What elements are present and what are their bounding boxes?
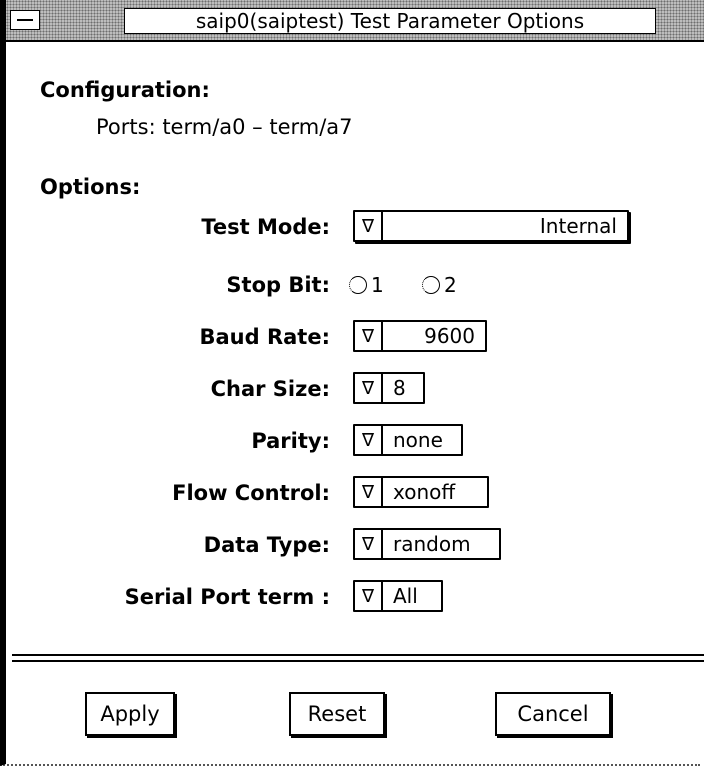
ports-text: Ports: term/a0 – term/a7 bbox=[96, 115, 353, 139]
parity-label: Parity: bbox=[251, 429, 330, 453]
dropdown-arrow-icon: ∇ bbox=[355, 478, 383, 506]
char-size-select[interactable]: ∇ 8 bbox=[353, 372, 425, 404]
dialog-window: saip0(saiptest) Test Parameter Options C… bbox=[0, 0, 704, 766]
configuration-heading: Configuration: bbox=[40, 78, 210, 102]
baud-rate-select[interactable]: ∇ 9600 bbox=[353, 320, 487, 352]
flow-control-select[interactable]: ∇ xonoff bbox=[353, 476, 489, 508]
dropdown-arrow-icon: ∇ bbox=[355, 322, 383, 350]
parity-select[interactable]: ∇ none bbox=[353, 424, 463, 456]
stop-bit-option-1: 1 bbox=[371, 273, 384, 297]
test-mode-select[interactable]: ∇ Internal bbox=[353, 210, 629, 242]
dropdown-arrow-icon: ∇ bbox=[355, 582, 383, 610]
char-size-label: Char Size: bbox=[210, 377, 330, 401]
dropdown-arrow-icon: ∇ bbox=[355, 426, 383, 454]
stop-bit-option-2: 2 bbox=[444, 273, 457, 297]
serial-port-value: All bbox=[393, 584, 418, 608]
baud-rate-value: 9600 bbox=[424, 324, 475, 348]
window-menu-icon[interactable] bbox=[10, 10, 40, 30]
cancel-button[interactable]: Cancel bbox=[495, 692, 611, 736]
data-type-select[interactable]: ∇ random bbox=[353, 528, 501, 560]
test-mode-label: Test Mode: bbox=[201, 215, 330, 239]
dropdown-arrow-icon: ∇ bbox=[355, 530, 383, 558]
dropdown-arrow-icon: ∇ bbox=[355, 374, 383, 402]
serial-port-select[interactable]: ∇ All bbox=[353, 580, 443, 612]
data-type-value: random bbox=[393, 532, 471, 556]
dropdown-arrow-icon: ∇ bbox=[355, 212, 383, 240]
char-size-value: 8 bbox=[393, 376, 406, 400]
window-title: saip0(saiptest) Test Parameter Options bbox=[124, 8, 656, 34]
test-mode-value: Internal bbox=[539, 214, 617, 238]
stop-bit-radio-2[interactable]: 2 bbox=[422, 273, 457, 297]
radio-circle-icon bbox=[422, 276, 440, 294]
apply-button[interactable]: Apply bbox=[85, 692, 175, 736]
stop-bit-label: Stop Bit: bbox=[226, 273, 330, 297]
parity-value: none bbox=[393, 428, 443, 452]
separator-line bbox=[12, 660, 704, 662]
flow-control-value: xonoff bbox=[393, 480, 456, 504]
title-bar[interactable]: saip0(saiptest) Test Parameter Options bbox=[6, 0, 704, 42]
baud-rate-label: Baud Rate: bbox=[199, 325, 331, 349]
options-heading: Options: bbox=[40, 175, 141, 199]
separator-line bbox=[12, 654, 704, 656]
radio-circle-icon bbox=[349, 276, 367, 294]
flow-control-label: Flow Control: bbox=[172, 481, 330, 505]
stop-bit-radio-1[interactable]: 1 bbox=[349, 273, 384, 297]
reset-button[interactable]: Reset bbox=[289, 692, 385, 736]
data-type-label: Data Type: bbox=[203, 533, 330, 557]
serial-port-label: Serial Port term : bbox=[124, 585, 330, 609]
